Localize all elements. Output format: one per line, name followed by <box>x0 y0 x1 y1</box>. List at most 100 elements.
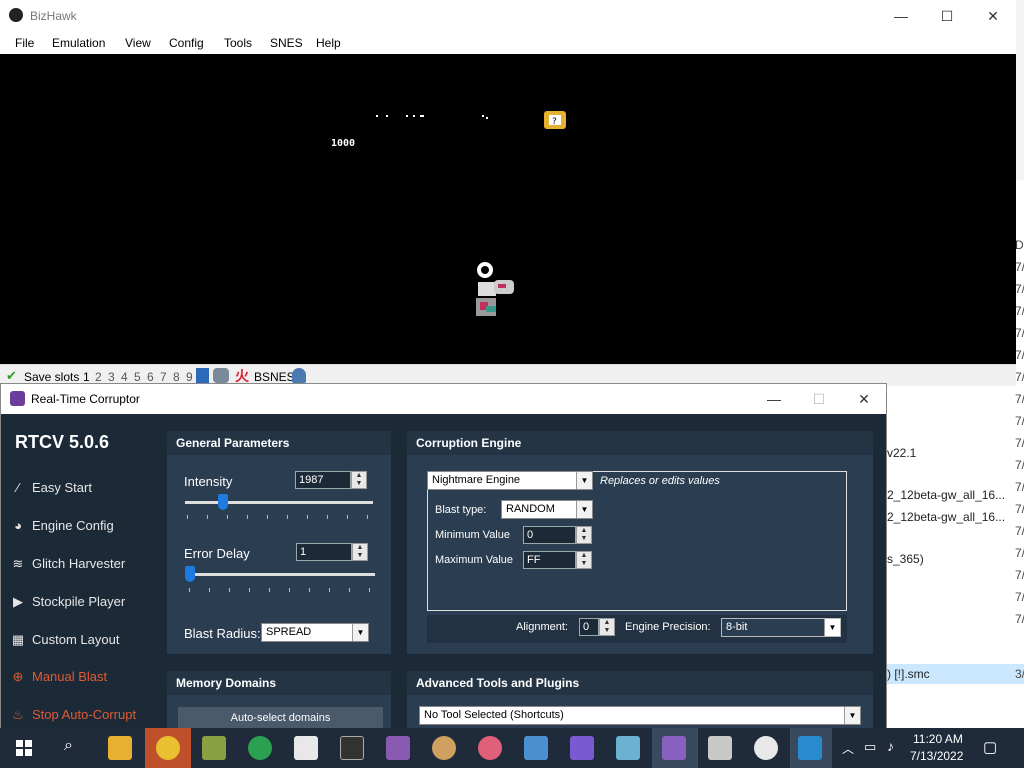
palette-icon[interactable] <box>432 736 456 760</box>
bizhawk-icon[interactable] <box>754 736 778 760</box>
date-cell: 7/ <box>1015 612 1024 626</box>
sidebar-item-stop-auto-corrupt[interactable]: ♨ Stop Auto-Corrupt <box>9 707 136 723</box>
save-slot-8[interactable]: 8 <box>173 370 180 384</box>
menu-snes[interactable]: SNES <box>270 36 303 50</box>
slider-tick <box>209 588 210 592</box>
paint-3d-icon[interactable] <box>478 736 502 760</box>
sidebar-item-easy-start[interactable]: ⁄ Easy Start <box>9 480 92 495</box>
file-row[interactable]: 2_12beta-gw_all_16... <box>887 488 1005 502</box>
blast-radius-select[interactable]: SPREAD ▼ <box>261 623 369 642</box>
clock-date[interactable]: 7/13/2022 <box>910 749 963 763</box>
menu-view[interactable]: View <box>125 36 151 50</box>
menu-config[interactable]: Config <box>169 36 204 50</box>
corruption-engine-panel: Corruption Engine Nightmare Engine ▼ Repl… <box>407 431 873 654</box>
sidebar-item-glitch-harvester[interactable]: ≋ Glitch Harvester <box>9 556 126 572</box>
sync-icon[interactable] <box>248 736 272 760</box>
alignment-stepper[interactable]: ▲ ▼ <box>599 618 615 636</box>
engine-precision-select[interactable]: 8-bit ▼ <box>721 618 841 637</box>
intensity-slider-thumb[interactable] <box>217 494 228 510</box>
maximize-button[interactable]: ☐ <box>924 0 970 32</box>
bizhawk-titlebar[interactable]: BizHawk — ☐ ✕ <box>0 0 1016 32</box>
controller-icon[interactable] <box>213 368 229 383</box>
save-slot-4[interactable]: 4 <box>121 370 128 384</box>
minimum-value-stepper[interactable]: ▲ ▼ <box>576 526 592 544</box>
tool-value: No Tool Selected (Shortcuts) <box>424 709 564 721</box>
slider-tick <box>229 588 230 592</box>
file-explorer-icon[interactable] <box>108 736 132 760</box>
save-slot-2[interactable]: 2 <box>95 370 102 384</box>
sidebar-item-stockpile-player[interactable]: ▶ Stockpile Player <box>9 594 125 610</box>
column-header-date[interactable]: Da <box>1015 238 1024 252</box>
chevron-up-icon[interactable]: ︿ <box>842 740 854 757</box>
error-delay-input[interactable]: 1 <box>296 543 352 561</box>
file-row[interactable]: s_365) <box>887 552 924 566</box>
play-icon: ▶ <box>13 594 23 609</box>
save-slot-9[interactable]: 9 <box>186 370 193 384</box>
bizhawk-window: BizHawk — ☐ ✕ File Emulation View Config… <box>0 0 1016 386</box>
menu-emulation[interactable]: Emulation <box>52 36 105 50</box>
save-slot-6[interactable]: 6 <box>147 370 154 384</box>
sidebar-item-custom-layout[interactable]: ▦ Custom Layout <box>9 632 120 648</box>
intensity-input[interactable]: 1987 <box>295 471 351 489</box>
maximum-value-label: Maximum Value <box>435 554 514 566</box>
maximize-button[interactable]: ☐ <box>796 384 842 414</box>
intensity-slider-track[interactable] <box>185 501 373 504</box>
intensity-stepper[interactable]: ▲ ▼ <box>351 471 367 489</box>
slider-tick <box>227 515 228 519</box>
error-delay-slider-track[interactable] <box>185 573 375 576</box>
intensity-label: Intensity <box>184 474 233 489</box>
close-button[interactable]: ✕ <box>970 0 1016 32</box>
rtc-titlebar[interactable]: Real-Time Corruptor — ☐ ✕ <box>1 384 886 414</box>
save-slot-5[interactable]: 5 <box>134 370 141 384</box>
minimize-button[interactable]: — <box>878 0 924 32</box>
menu-help[interactable]: Help <box>316 36 341 50</box>
alignment-label: Alignment: <box>516 621 568 633</box>
search-icon[interactable]: ⌕ <box>64 737 73 755</box>
tool-select[interactable]: No Tool Selected (Shortcuts) ▼ <box>419 706 861 725</box>
notes-icon[interactable] <box>616 736 640 760</box>
error-delay-slider-thumb[interactable] <box>184 566 195 582</box>
menu-tools[interactable]: Tools <box>224 36 252 50</box>
notepad-icon[interactable] <box>202 736 226 760</box>
notification-icon[interactable]: ▢ <box>983 738 997 756</box>
bizhawk-app-icon <box>9 8 23 22</box>
close-button[interactable]: ✕ <box>841 384 887 414</box>
user-icon[interactable] <box>292 368 306 383</box>
maximum-value-stepper[interactable]: ▲ ▼ <box>576 551 592 569</box>
engine-select[interactable]: Nightmare Engine ▼ <box>427 471 593 490</box>
alignment-input[interactable]: 0 <box>579 618 599 636</box>
rtc-window: Real-Time Corruptor — ☐ ✕ RTCV 5.0.6 ⁄ Ea… <box>0 383 887 729</box>
photos-icon[interactable] <box>294 736 318 760</box>
contacts-icon[interactable] <box>524 736 548 760</box>
auto-select-domains-button[interactable]: Auto-select domains <box>178 707 383 729</box>
file-row[interactable]: 2_12beta-gw_all_16... <box>887 510 1005 524</box>
app-icon <box>798 736 822 760</box>
minimum-value-input[interactable]: 0 <box>523 526 576 544</box>
volume-icon[interactable]: ♪ <box>887 738 894 754</box>
minimize-button[interactable]: — <box>751 384 797 414</box>
files-icon[interactable] <box>708 736 732 760</box>
clock-time[interactable]: 11:20 AM <box>913 732 963 746</box>
terminal-icon[interactable] <box>340 736 364 760</box>
network-icon[interactable]: ▭ <box>864 739 876 755</box>
blast-type-select[interactable]: RANDOM ▼ <box>501 500 593 519</box>
sidebar-item-label: Stop Auto-Corrupt <box>32 707 137 722</box>
sidebar-item-engine-config[interactable]: ◕ Engine Config <box>9 518 114 533</box>
maximum-value-input[interactable]: FF <box>523 551 576 569</box>
windows-start-icon[interactable] <box>16 740 32 756</box>
save-slot-7[interactable]: 7 <box>160 370 167 384</box>
check-icon: ✔ <box>6 368 17 383</box>
file-row[interactable]: v22.1 <box>887 446 916 460</box>
menu-file[interactable]: File <box>15 36 34 50</box>
sidebar-item-manual-blast[interactable]: ⊕ Manual Blast <box>9 669 108 685</box>
slider-tick <box>309 588 310 592</box>
file-row[interactable]: ) [!].smc <box>887 667 930 681</box>
paint-icon[interactable] <box>386 736 410 760</box>
save-slot-3[interactable]: 3 <box>108 370 115 384</box>
app-icon[interactable] <box>570 736 594 760</box>
slider-tick <box>187 515 188 519</box>
game-screen[interactable]: ? 1000 <box>0 54 1016 364</box>
save-slot-1[interactable]: 1 <box>83 370 90 384</box>
error-delay-stepper[interactable]: ▲ ▼ <box>352 543 368 561</box>
rtc-app-icon <box>662 736 686 760</box>
